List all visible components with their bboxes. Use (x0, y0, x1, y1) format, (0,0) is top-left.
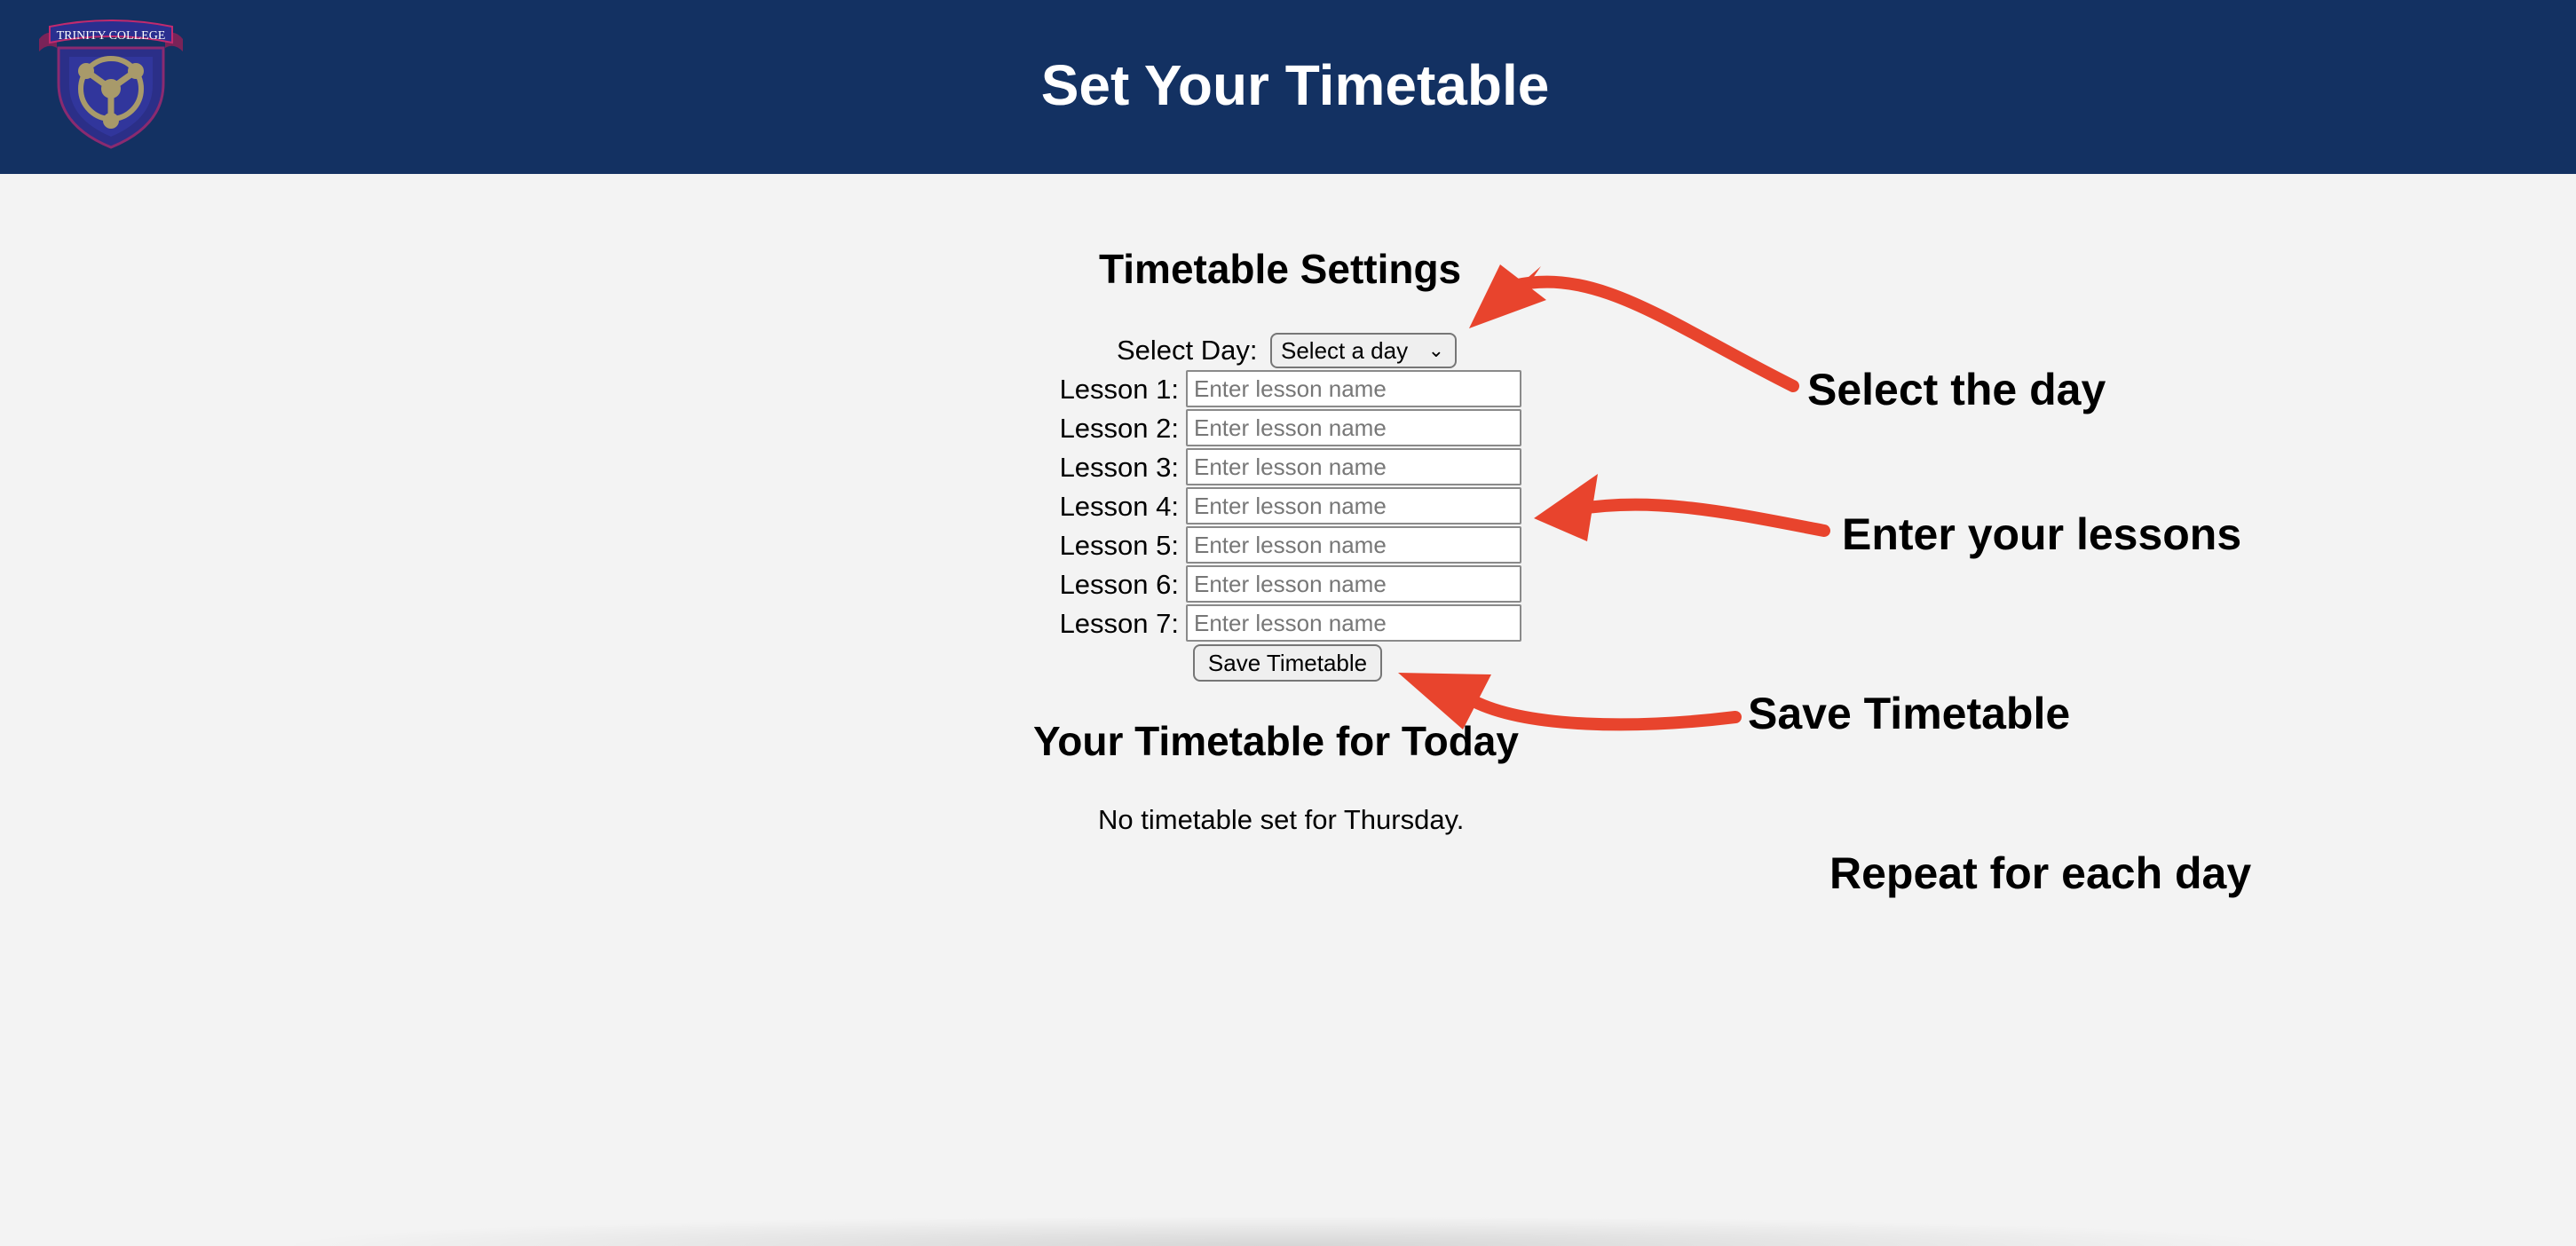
lesson-5-label: Lesson 5: (1059, 530, 1179, 561)
arrow-lessons-head (1534, 474, 1598, 541)
page-title: Set Your Timetable (1040, 53, 1550, 117)
select-day-label: Select Day: (1117, 335, 1258, 366)
lesson-7-label: Lesson 7: (1059, 608, 1179, 639)
bottom-shadow (266, 1216, 2308, 1246)
lesson-4-label: Lesson 4: (1059, 491, 1179, 522)
lesson-1-input[interactable] (1186, 370, 1521, 407)
chevron-down-icon: ⌄ (1427, 339, 1444, 361)
timetable-status-text: No timetable set for Thursday. (1098, 804, 1465, 835)
arrow-select-day-head-fill (1469, 264, 1546, 328)
lesson-6-input[interactable] (1186, 565, 1521, 603)
arrow-select-day-shaft (1507, 275, 1799, 392)
page-header: TRINITY COLLEGE Set Your Timetable (0, 0, 2576, 174)
arrow-select-day-head (1469, 266, 1541, 328)
lesson-3-label: Lesson 3: (1059, 452, 1179, 483)
today-timetable-heading: Your Timetable for Today (1033, 718, 1519, 764)
lesson-2-label: Lesson 2: (1059, 413, 1179, 444)
annotation-save-timetable: Save Timetable (1748, 689, 2071, 738)
lesson-3-input[interactable] (1186, 448, 1521, 485)
lesson-4-input[interactable] (1186, 487, 1521, 524)
select-day-dropdown[interactable]: Select a day ⌄ (1270, 333, 1457, 368)
lesson-1-label: Lesson 1: (1059, 374, 1179, 405)
annotation-select-day: Select the day (1807, 365, 2106, 414)
select-day-value: Select a day (1281, 337, 1409, 364)
lesson-2-input[interactable] (1186, 409, 1521, 446)
arrow-lessons-shaft (1565, 498, 1830, 537)
logo-text: TRINITY COLLEGE (57, 29, 166, 43)
annotation-enter-lessons: Enter your lessons (1842, 509, 2242, 559)
save-timetable-button[interactable]: Save Timetable (1193, 644, 1382, 682)
timetable-settings-heading: Timetable Settings (1099, 246, 1462, 292)
annotation-repeat: Repeat for each day (1829, 848, 2252, 898)
lesson-6-label: Lesson 6: (1059, 569, 1179, 600)
lesson-5-input[interactable] (1186, 526, 1521, 564)
lesson-7-input[interactable] (1186, 604, 1521, 642)
